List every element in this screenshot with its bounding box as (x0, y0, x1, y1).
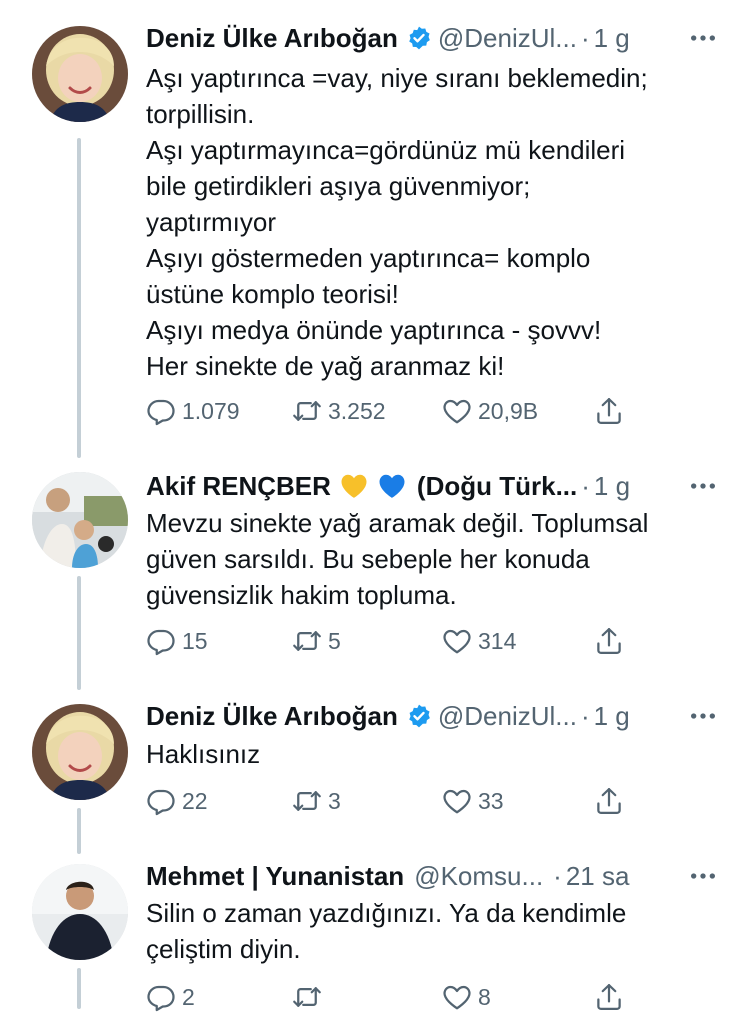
like-button[interactable]: 33 (442, 786, 504, 816)
like-count: 33 (478, 787, 504, 814)
blue-heart-icon (377, 471, 407, 501)
thread-line (77, 576, 81, 690)
author-name[interactable]: Mehmet | Yunanistan (146, 861, 404, 892)
tweet-actions: 15 5 314 (146, 626, 636, 660)
author-name[interactable]: Akif RENÇBER (146, 471, 331, 502)
tweet-text: Haklısınız (146, 736, 719, 772)
tweet-actions: 2 8 (146, 982, 636, 1016)
yellow-heart-icon (339, 471, 369, 501)
timestamp[interactable]: 1 g (594, 701, 630, 732)
share-button[interactable] (594, 626, 630, 656)
share-button[interactable] (594, 786, 630, 816)
share-icon (594, 786, 624, 816)
author-name[interactable]: Deniz Ülke Arıboğan (146, 23, 398, 54)
tweet-text-line: Aşı yaptırınca =vay, niye sıranı bekleme… (146, 63, 648, 93)
tweet-text-line: yaptırmıyor (146, 207, 277, 237)
like-button[interactable]: 314 (442, 626, 516, 656)
heart-icon (442, 786, 472, 816)
share-button[interactable] (594, 396, 630, 426)
share-button[interactable] (594, 982, 630, 1012)
more-options-icon[interactable] (687, 470, 719, 502)
reply-icon (146, 396, 176, 426)
heart-icon (442, 396, 472, 426)
tweet-text: Aşı yaptırınca =vay, niye sıranı bekleme… (146, 60, 719, 384)
share-icon (594, 982, 624, 1012)
verified-badge-icon (406, 703, 432, 729)
timestamp[interactable]: 21 sa (566, 861, 630, 892)
tweet-text-line: güvensizlik hakim topluma. (146, 580, 457, 610)
avatar[interactable] (32, 26, 128, 122)
more-options-icon[interactable] (687, 22, 719, 54)
retweet-count: 3 (328, 787, 341, 814)
thread-line (77, 138, 81, 458)
avatar[interactable] (32, 704, 128, 800)
tweet-text-line: Aşı yaptırmayınca=gördünüz mü kendileri (146, 135, 626, 165)
retweet-button[interactable]: 3.252 (292, 396, 386, 426)
tweet-text-line: Her sinekte de yağ aranmaz ki! (146, 351, 505, 381)
author-handle[interactable]: @Komsu... (414, 861, 543, 892)
tweet-text: Mevzu sinekte yağ aramak değil. Toplumsa… (146, 505, 719, 613)
author-handle[interactable]: @DenizUl... (438, 701, 577, 732)
avatar[interactable] (32, 472, 128, 568)
retweet-count: 3.252 (328, 397, 386, 424)
reply-count: 22 (182, 787, 208, 814)
more-options-icon[interactable] (687, 700, 719, 732)
tweet-text: Silin o zaman yazdığınızı. Ya da kendiml… (146, 895, 719, 967)
verified-badge-icon (406, 25, 432, 51)
heart-icon (442, 982, 472, 1012)
retweet-icon (292, 396, 322, 426)
separator-dot: · (580, 22, 590, 53)
reply-button[interactable]: 22 (146, 786, 208, 816)
like-count: 8 (478, 983, 491, 1010)
heart-icon (442, 626, 472, 656)
thread-line (77, 808, 81, 854)
retweet-icon (292, 786, 322, 816)
author-display-suffix[interactable]: (Doğu Türk... (417, 471, 577, 502)
tweet-text-line: torpillisin. (146, 99, 255, 129)
reply-button[interactable]: 2 (146, 982, 195, 1012)
reply-icon (146, 786, 176, 816)
like-button[interactable]: 20,9B (442, 396, 538, 426)
reply-count: 1.079 (182, 397, 240, 424)
reply-button[interactable]: 1.079 (146, 396, 240, 426)
separator-dot: · (581, 470, 590, 501)
retweet-button[interactable] (292, 982, 328, 1012)
reply-count: 15 (182, 627, 208, 654)
tweet-text-line: Haklısınız (146, 739, 261, 769)
more-options-icon[interactable] (687, 860, 719, 892)
author-name[interactable]: Deniz Ülke Arıboğan (146, 701, 398, 732)
tweet-text-line: Aşıyı medya önünde yaptırınca - şovvv! (146, 315, 602, 345)
retweet-icon (292, 982, 322, 1012)
separator-dot: · (580, 700, 590, 731)
like-button[interactable]: 8 (442, 982, 491, 1012)
tweet-text-line: üstüne komplo teorisi! (146, 279, 399, 309)
separator-dot: · (553, 860, 562, 891)
share-icon (594, 626, 624, 656)
reply-count: 2 (182, 983, 195, 1010)
thread-line (77, 968, 81, 1009)
tweet-text-line: Mevzu sinekte yağ aramak değil. Toplumsa… (146, 508, 649, 538)
retweet-icon (292, 626, 322, 656)
timestamp[interactable]: 1 g (594, 471, 630, 502)
tweet-actions: 1.079 3.252 20,9B (146, 396, 636, 430)
avatar[interactable] (32, 864, 128, 960)
reply-icon (146, 626, 176, 656)
like-count: 314 (478, 627, 517, 654)
retweet-count: 5 (328, 627, 341, 654)
retweet-button[interactable]: 3 (292, 786, 341, 816)
share-icon (594, 396, 624, 426)
tweet-text-line: bile getirdikleri aşıya güvenmiyor; (146, 171, 531, 201)
tweet-text-line: Silin o zaman yazdığınızı. Ya da kendiml… (146, 898, 627, 928)
tweet-text-line: Aşıyı göstermeden yaptırınca= komplo (146, 243, 591, 273)
author-handle[interactable]: @DenizUl... (438, 23, 577, 54)
like-count: 20,9B (478, 397, 539, 424)
reply-icon (146, 982, 176, 1012)
reply-button[interactable]: 15 (146, 626, 208, 656)
tweet-text-line: güven sarsıldı. Bu sebeple her konuda (146, 544, 590, 574)
tweet-actions: 22 3 33 (146, 786, 636, 820)
timestamp[interactable]: 1 g (594, 23, 630, 54)
tweet-text-line: çeliştim diyin. (146, 934, 301, 964)
retweet-button[interactable]: 5 (292, 626, 341, 656)
